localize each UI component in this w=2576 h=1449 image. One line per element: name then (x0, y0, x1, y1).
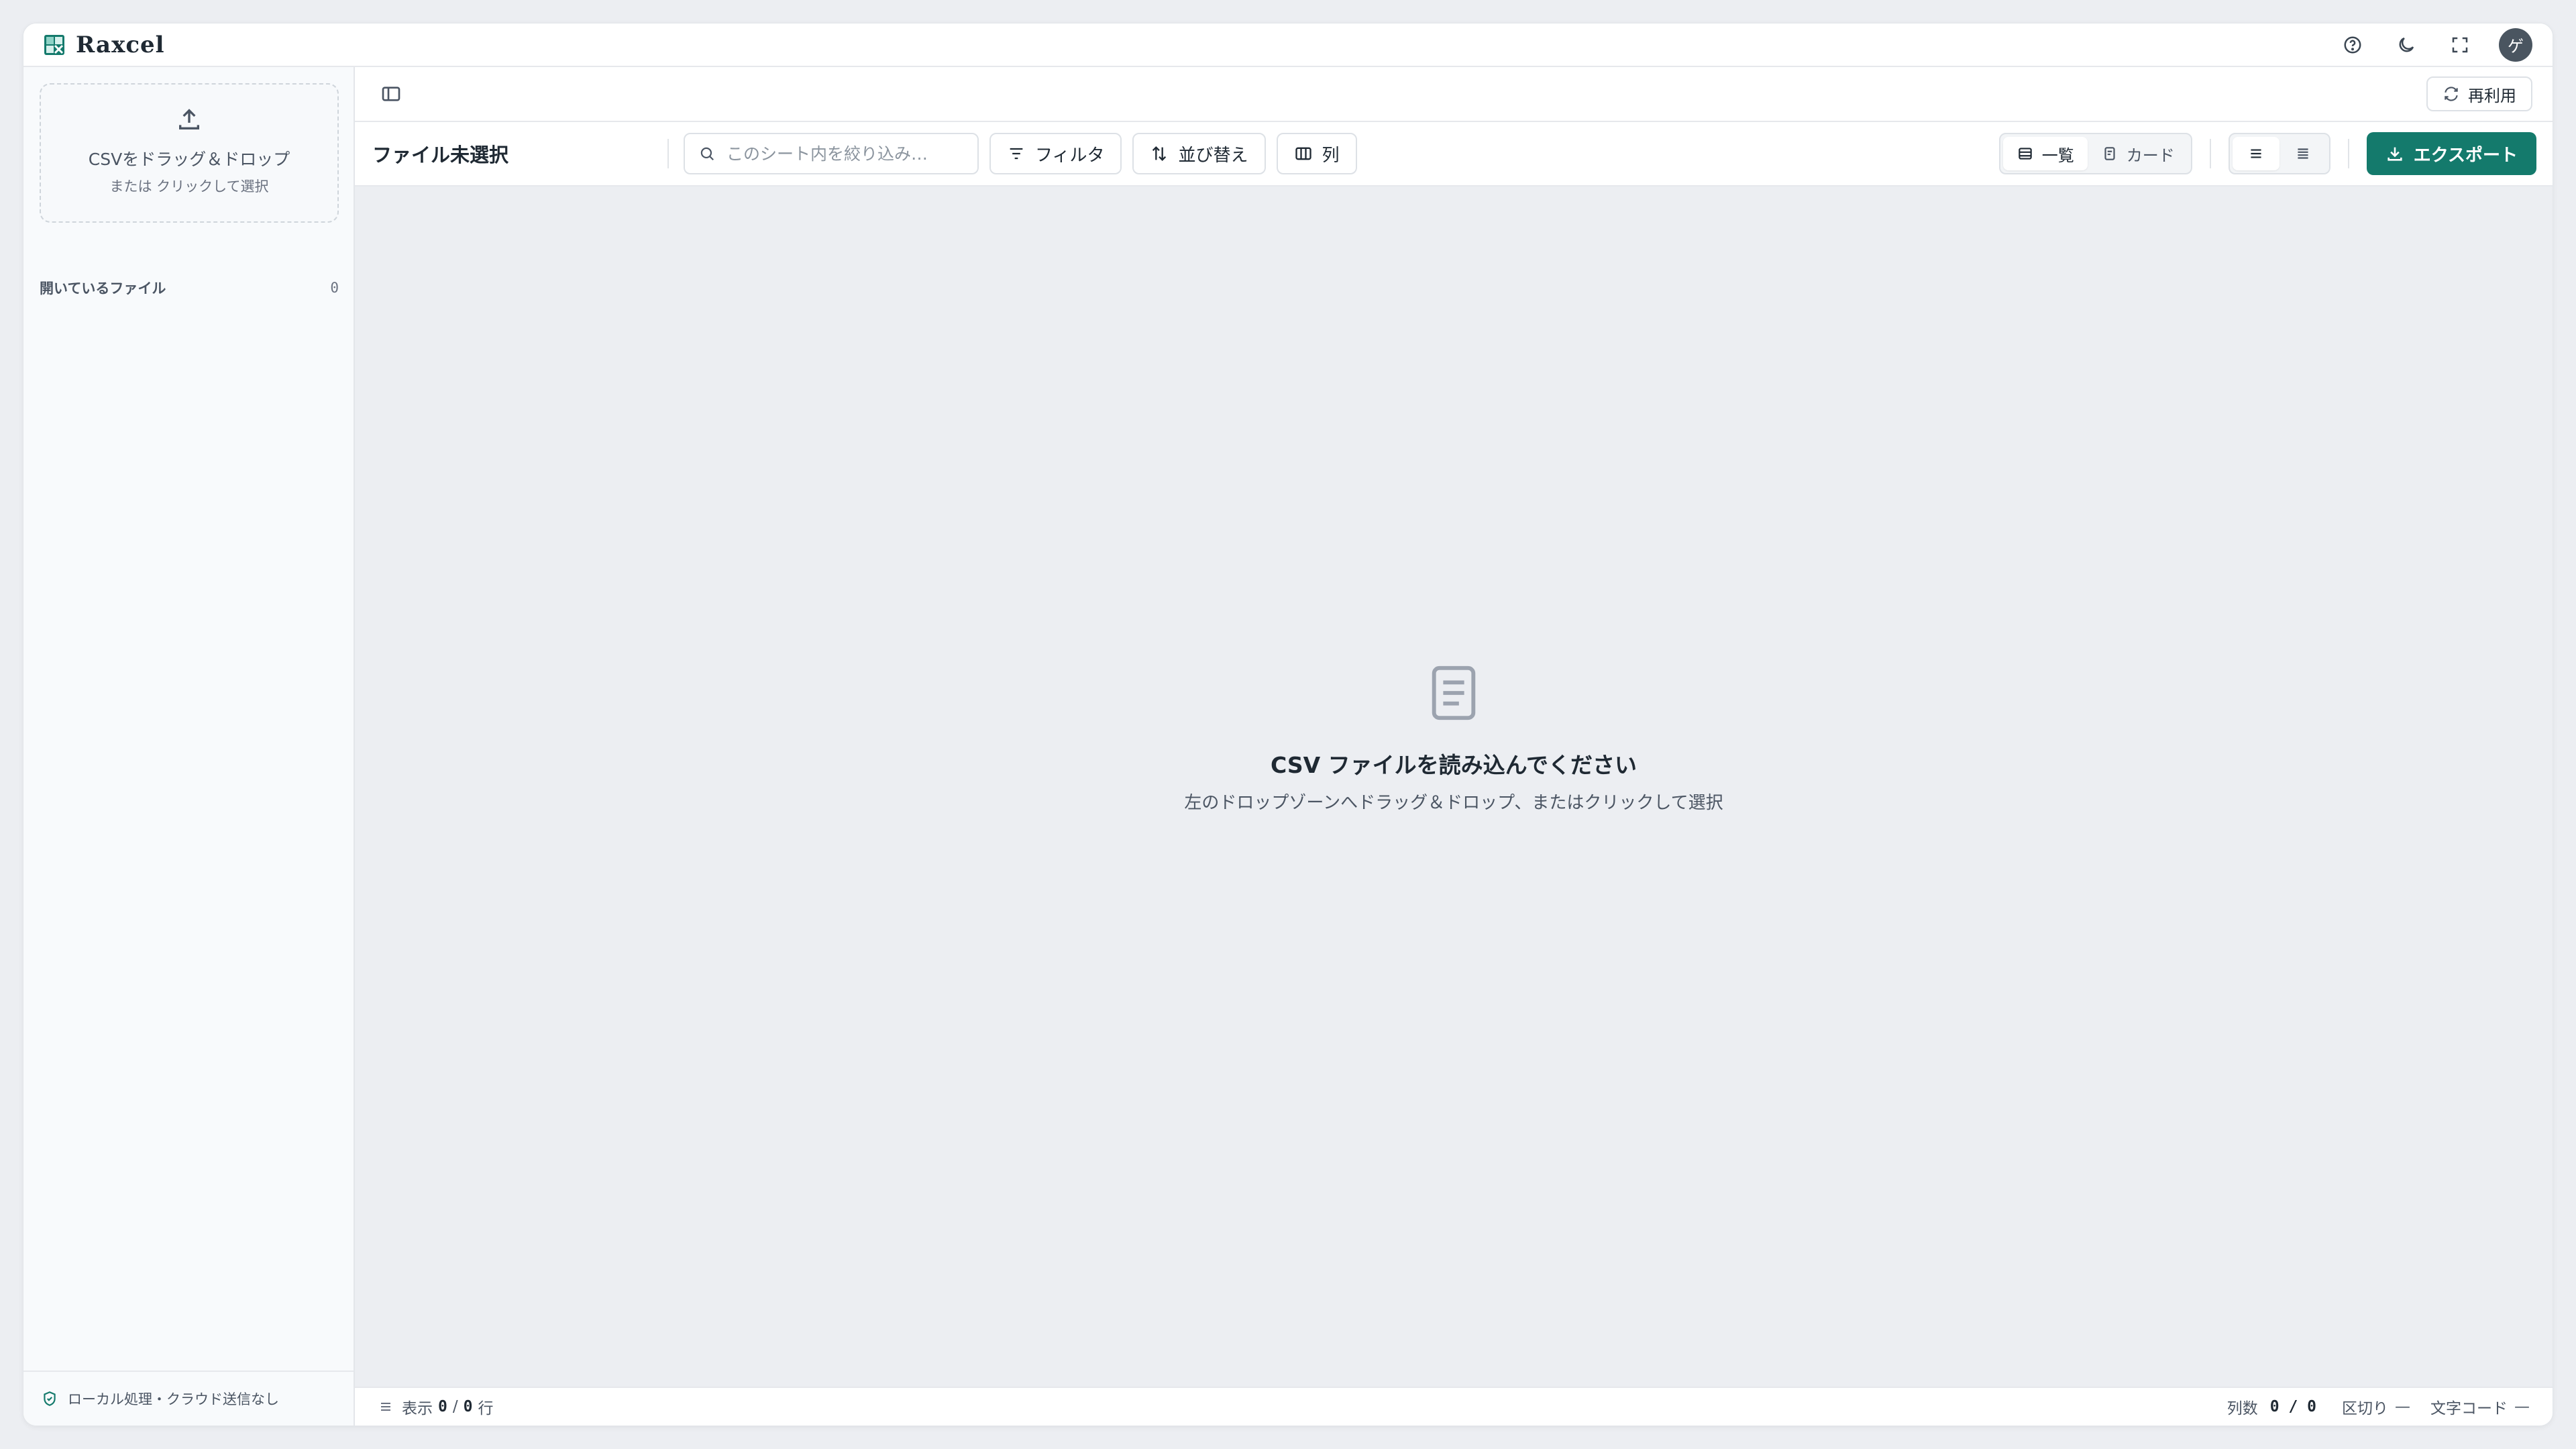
app-window: Raxcel ゲ CSVをドラッグ＆ドロップ または クリックして選択 開いてい… (23, 23, 2553, 1426)
toolbar-divider (2209, 139, 2211, 168)
lines-icon (2251, 149, 2261, 158)
total-rows: 0 (463, 1398, 473, 1415)
dropzone-sub-text: または クリックして選択 (109, 178, 269, 195)
encoding-value: — (2514, 1398, 2530, 1415)
refresh-icon (2445, 87, 2458, 101)
sheet-search[interactable] (684, 133, 979, 174)
raxcel-logo-icon (44, 34, 64, 55)
main-panel: 再利用 ファイル未選択 フィルタ 並び替え 列 (355, 67, 2553, 1426)
sidebar: CSVをドラッグ＆ドロップ または クリックして選択 開いているファイル 0 ロ… (23, 67, 355, 1426)
toolbar-divider (667, 139, 669, 168)
privacy-notice: ローカル処理・クラウド送信なし (23, 1371, 354, 1426)
reuse-label: 再利用 (2468, 86, 2516, 105)
view-card-button[interactable]: カード (2088, 137, 2188, 170)
encoding-label: 文字コード (2430, 1400, 2508, 1417)
toolbar: ファイル未選択 フィルタ 並び替え 列 (355, 122, 2553, 186)
open-files-count: 0 (330, 280, 339, 296)
help-icon[interactable] (2338, 30, 2367, 60)
shield-check-icon (44, 1391, 56, 1406)
top-strip: 再利用 (355, 67, 2553, 122)
empty-state: CSV ファイルを読み込んでください 左のドロップゾーンへドラッグ＆ドロップ、ま… (355, 664, 2553, 814)
view-list-label: 一覧 (2041, 146, 2074, 165)
export-label: エクスポート (2413, 145, 2518, 166)
filter-button[interactable]: フィルタ (989, 133, 1122, 174)
sidebar-toggle-icon[interactable] (380, 83, 402, 105)
reuse-button[interactable]: 再利用 (2426, 76, 2532, 111)
open-files-header: 開いているファイル 0 (40, 278, 339, 298)
upload-icon (179, 109, 199, 129)
sort-button[interactable]: 並び替え (1132, 133, 1266, 174)
app-name: Raxcel (76, 31, 165, 58)
fullscreen-icon[interactable] (2445, 30, 2475, 60)
sort-label: 並び替え (1178, 145, 1248, 166)
rows-icon (381, 1403, 390, 1411)
table-icon (2019, 148, 2032, 160)
filter-label: フィルタ (1035, 145, 1105, 166)
title-bar: Raxcel ゲ (23, 23, 2553, 67)
columns-icon (1295, 147, 1311, 160)
download-icon (2387, 147, 2402, 161)
privacy-text: ローカル処理・クラウド送信なし (68, 1391, 279, 1407)
filter-icon (1010, 148, 1023, 160)
document-icon (1432, 665, 1476, 720)
rows-separator: / (452, 1398, 458, 1415)
user-avatar[interactable]: ゲ (2499, 28, 2532, 62)
delimiter-value: — (2395, 1398, 2410, 1415)
rows-unit: 行 (478, 1400, 494, 1417)
columns-button[interactable]: 列 (1276, 133, 1357, 174)
card-icon (2104, 147, 2115, 160)
csv-dropzone[interactable]: CSVをドラッグ＆ドロップ または クリックして選択 (40, 83, 339, 223)
brand: Raxcel (44, 32, 165, 58)
search-input[interactable] (727, 144, 955, 164)
current-file-label: ファイル未選択 (372, 144, 509, 166)
shown-rows: 0 (438, 1398, 447, 1415)
empty-state-title: CSV ファイルを読み込んでください (1271, 752, 1637, 778)
columns-label: 列 (1322, 145, 1340, 166)
density-compact-button[interactable] (2279, 137, 2326, 170)
density-switch (2228, 133, 2330, 174)
column-count-label: 列数 (2226, 1400, 2258, 1417)
moon-icon[interactable] (2392, 30, 2421, 60)
view-list-button[interactable]: 一覧 (2002, 137, 2088, 170)
view-mode-switch: 一覧 カード (1998, 133, 2192, 174)
open-files-label: 開いているファイル (40, 280, 166, 297)
delimiter-label: 区切り (2342, 1400, 2388, 1417)
export-button[interactable]: エクスポート (2366, 132, 2536, 175)
empty-state-subtitle: 左のドロップゾーンへドラッグ＆ドロップ、またはクリックして選択 (1184, 793, 1723, 813)
compact-lines-icon (2298, 148, 2308, 159)
view-card-label: カード (2126, 146, 2175, 165)
column-count-value: 0 / 0 (2269, 1398, 2316, 1415)
dropzone-main-text: CSVをドラッグ＆ドロップ (88, 150, 290, 169)
density-comfortable-button[interactable] (2232, 137, 2279, 170)
toolbar-divider (2347, 139, 2349, 168)
status-bar: 表示 0 / 0 行 列数 0 / 0 区切り — 文字コード — (355, 1387, 2553, 1426)
sort-icon (1152, 146, 1167, 161)
search-icon (700, 147, 714, 160)
display-label: 表示 (402, 1400, 433, 1417)
